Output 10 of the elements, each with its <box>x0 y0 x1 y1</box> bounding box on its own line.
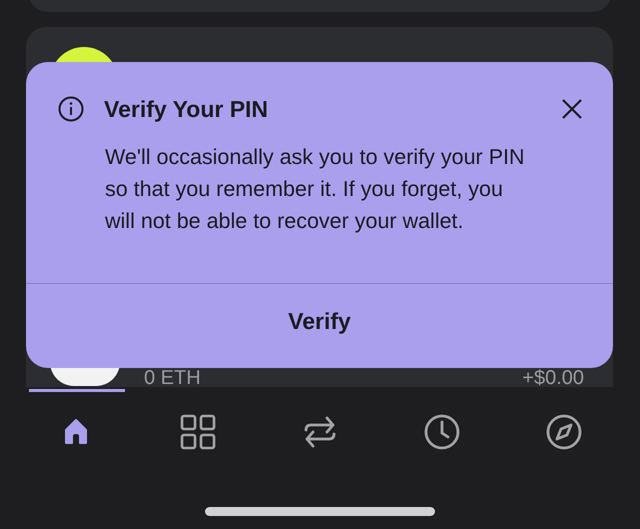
close-icon[interactable] <box>561 98 583 120</box>
asset-change: +$0.00 <box>522 368 584 388</box>
compass-icon <box>545 413 583 451</box>
dialog-message: We'll occasionally ask you to verify your PIN so that you remember it. If you forget, you will not be able to recover your wallet. <box>104 144 526 234</box>
asset-amount: 0 ETH <box>144 368 201 388</box>
clock-icon <box>423 413 461 451</box>
verify-button[interactable]: Verify <box>288 304 351 338</box>
dialog-title: Verify Your PIN <box>104 95 268 124</box>
grid-icon <box>179 413 217 451</box>
info-icon <box>58 96 84 122</box>
